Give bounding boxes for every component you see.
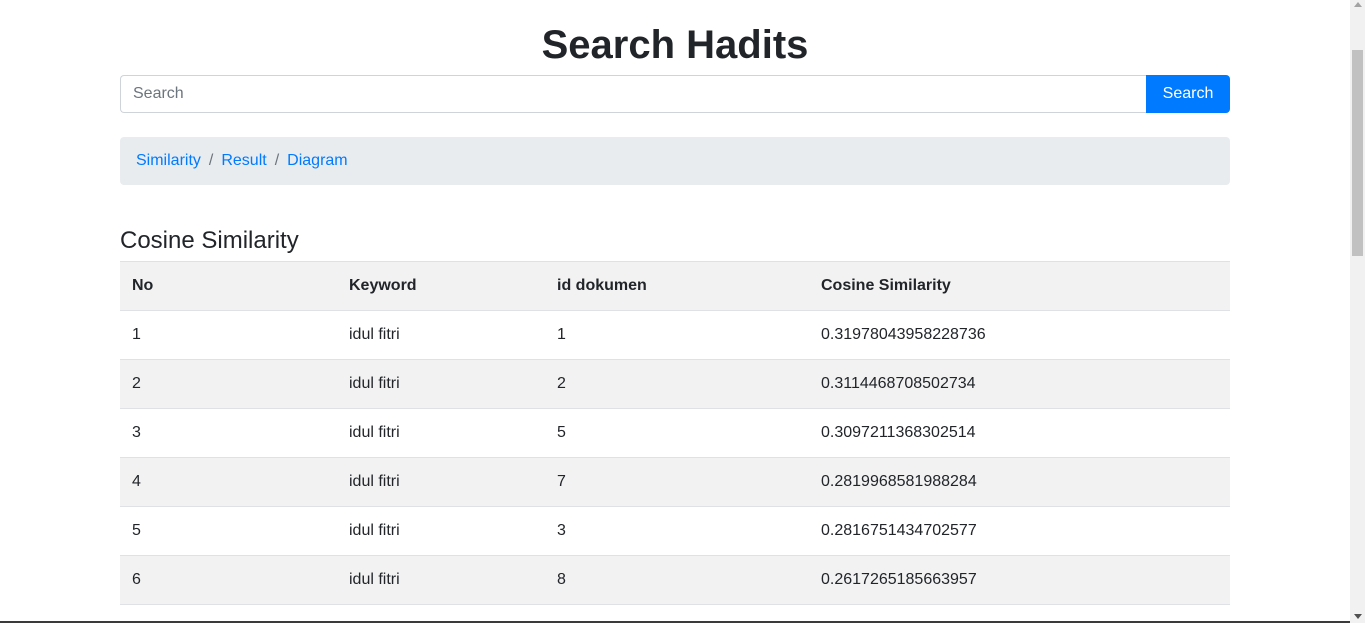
- cell-cosine-similarity: 0.3114468708502734: [809, 359, 1230, 409]
- table-row: 1 idul fitri 1 0.31978043958228736: [120, 310, 1230, 360]
- table-row: 3 idul fitri 5 0.3097211368302514: [120, 408, 1230, 458]
- cell-keyword: idul fitri: [337, 310, 545, 360]
- table-header: No Keyword id dokumen Cosine Similarity: [120, 261, 1230, 311]
- cell-id-dokumen: 8: [545, 555, 809, 605]
- cell-no: 2: [120, 359, 337, 409]
- cell-no: 3: [120, 408, 337, 458]
- cell-keyword: idul fitri: [337, 359, 545, 409]
- results-table: No Keyword id dokumen Cosine Similarity …: [120, 261, 1230, 605]
- breadcrumb: Similarity / Result / Diagram: [120, 137, 1230, 185]
- search-button[interactable]: Search: [1146, 75, 1230, 113]
- cell-keyword: idul fitri: [337, 555, 545, 605]
- cell-keyword: idul fitri: [337, 506, 545, 556]
- cell-no: 1: [120, 310, 337, 360]
- table-row: 6 idul fitri 8 0.2617265185663957: [120, 555, 1230, 605]
- column-header-cosine-similarity: Cosine Similarity: [809, 261, 1230, 311]
- table-body: 1 idul fitri 1 0.31978043958228736 2 idu…: [120, 310, 1230, 605]
- breadcrumb-link-diagram[interactable]: Diagram: [287, 152, 347, 170]
- cell-id-dokumen: 3: [545, 506, 809, 556]
- cell-id-dokumen: 1: [545, 310, 809, 360]
- column-header-keyword: Keyword: [337, 261, 545, 311]
- page-title: Search Hadits: [541, 23, 809, 67]
- table-header-row: No Keyword id dokumen Cosine Similarity: [120, 261, 1230, 311]
- table-row: 5 idul fitri 3 0.2816751434702577: [120, 506, 1230, 556]
- cell-cosine-similarity: 0.31978043958228736: [809, 310, 1230, 360]
- table-row: 2 idul fitri 2 0.3114468708502734: [120, 359, 1230, 409]
- cell-no: 5: [120, 506, 337, 556]
- scroll-up-arrow-icon[interactable]: [1354, 2, 1362, 7]
- cell-no: 6: [120, 555, 337, 605]
- breadcrumb-separator: /: [274, 152, 280, 169]
- search-input[interactable]: [120, 75, 1146, 113]
- cell-cosine-similarity: 0.2816751434702577: [809, 506, 1230, 556]
- cell-cosine-similarity: 0.2617265185663957: [809, 555, 1230, 605]
- scrollbar-thumb[interactable]: [1352, 50, 1363, 256]
- search-bar: Search: [120, 75, 1230, 113]
- cell-cosine-similarity: 0.2819968581988284: [809, 457, 1230, 507]
- breadcrumb-separator: /: [208, 152, 214, 169]
- breadcrumb-link-similarity[interactable]: Similarity: [136, 152, 201, 170]
- vertical-scrollbar[interactable]: [1350, 0, 1365, 623]
- cell-id-dokumen: 7: [545, 457, 809, 507]
- cell-no: 4: [120, 457, 337, 507]
- section-title: Cosine Similarity: [120, 227, 299, 254]
- page: Search Hadits Search Similarity / Result…: [0, 0, 1365, 623]
- cell-keyword: idul fitri: [337, 457, 545, 507]
- cell-keyword: idul fitri: [337, 408, 545, 458]
- column-header-id-dokumen: id dokumen: [545, 261, 809, 311]
- cell-cosine-similarity: 0.3097211368302514: [809, 408, 1230, 458]
- scroll-down-arrow-icon[interactable]: [1354, 614, 1362, 619]
- column-header-no: No: [120, 261, 337, 311]
- cell-id-dokumen: 5: [545, 408, 809, 458]
- table-row: 4 idul fitri 7 0.2819968581988284: [120, 457, 1230, 507]
- breadcrumb-link-result[interactable]: Result: [221, 152, 266, 170]
- cell-id-dokumen: 2: [545, 359, 809, 409]
